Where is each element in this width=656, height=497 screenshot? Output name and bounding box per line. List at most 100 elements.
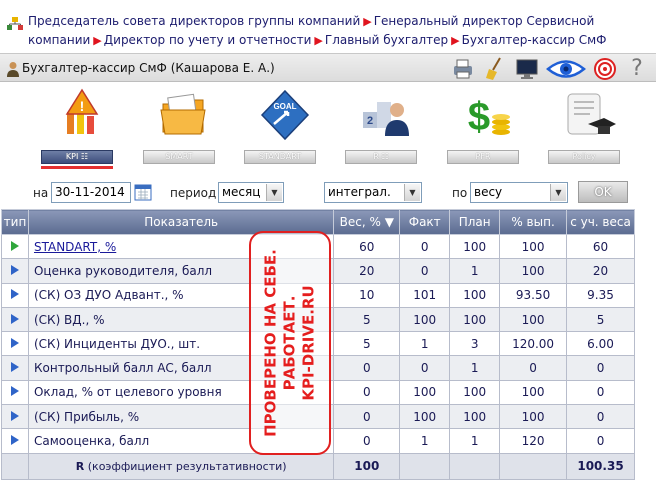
fact-cell: 101 (399, 282, 451, 308)
row-expand[interactable] (1, 233, 29, 260)
ok-button[interactable]: OK (578, 181, 628, 203)
eye-icon[interactable] (546, 57, 586, 81)
percent-cell: 100 (499, 404, 568, 430)
footer-empty (499, 452, 568, 480)
col-fact: Факт (399, 209, 451, 235)
footer-label-rest: (коэффициент результативности) (84, 459, 287, 473)
weight-cell: 5 (333, 306, 401, 333)
module-r[interactable]: 2 R ☷ (345, 86, 425, 174)
col-weighted: с уч. веса (566, 209, 635, 235)
svg-text:GOAL: GOAL (273, 102, 296, 111)
row-expand[interactable] (1, 355, 29, 381)
stamp-line: РАБОТАЕТ. (280, 295, 299, 391)
sort-select[interactable]: весу ▼ (470, 182, 568, 203)
fact-cell: 0 (399, 233, 451, 260)
plan-cell: 100 (449, 233, 501, 260)
module-pfr[interactable]: $ PFR (447, 86, 527, 174)
footer-empty (449, 452, 501, 480)
breadcrumb-arrow-icon: ▶ (93, 34, 102, 47)
breadcrumb-arrow-icon: ▶ (363, 15, 372, 28)
svg-text:2: 2 (367, 115, 373, 127)
col-type: тип (1, 209, 29, 235)
col-plan: План (449, 209, 501, 235)
footer-weighted-total: 100.35 (566, 452, 635, 480)
indicator-link[interactable]: STANDART, % (34, 240, 116, 254)
plan-cell: 100 (449, 306, 501, 333)
col-percent: % вып. (499, 209, 568, 235)
module-smart[interactable]: SMART (143, 86, 223, 174)
calendar-icon[interactable] (134, 183, 152, 201)
filter-bar: на 30-11-2014 период месяц ▼ интеграл. ▼ п… (0, 180, 656, 206)
chevron-down-icon: ▼ (404, 184, 420, 201)
monitor-icon[interactable] (514, 57, 540, 81)
percent-cell: 100 (499, 379, 568, 406)
verified-stamp: ПРОВЕРЕНО НА СЕБЕ. РАБОТАЕТ. KPI-DRIVE.R… (249, 231, 331, 455)
module-bar: ! KPI ☷ SMART GOAL STANDART 2 R ☷ $ PFR … (0, 86, 656, 174)
weighted-cell: 0 (566, 379, 635, 406)
chevron-down-icon: ▼ (266, 184, 282, 201)
kpi-page: Председатель совета директоров группы ко… (0, 0, 656, 497)
help-icon[interactable]: ? (624, 56, 650, 81)
percent-cell: 100 (499, 258, 568, 284)
period-label: период (170, 186, 217, 200)
printer-icon[interactable] (450, 57, 476, 81)
stamp-line: ПРОВЕРЕНО НА СЕБЕ. (261, 249, 280, 437)
broom-icon[interactable] (482, 56, 508, 81)
footer-empty (1, 452, 29, 480)
weighted-cell: 0 (566, 404, 635, 430)
percent-cell: 100 (499, 233, 568, 260)
period-select[interactable]: месяц ▼ (218, 182, 284, 203)
play-icon (10, 410, 19, 421)
module-standart[interactable]: GOAL STANDART (244, 86, 324, 174)
weight-cell: 0 (333, 355, 401, 381)
user-bar: Бухгалтер-кассир СмФ (Кашарова Е. А.) ? (0, 53, 656, 82)
fact-cell: 100 (399, 404, 451, 430)
row-expand[interactable] (1, 306, 29, 333)
mode-select[interactable]: интеграл. ▼ (324, 182, 422, 203)
fact-cell: 100 (399, 306, 451, 333)
play-icon (10, 435, 19, 446)
footer-label: R (коэффициент результативности) (27, 452, 335, 480)
module-kpi[interactable]: ! KPI ☷ (41, 86, 121, 174)
row-expand[interactable] (1, 282, 29, 308)
weighted-cell: 20 (566, 258, 635, 284)
money-icon: $ (468, 95, 510, 139)
plan-cell: 100 (449, 404, 501, 430)
fact-cell: 100 (399, 379, 451, 406)
play-icon (10, 337, 19, 348)
row-expand[interactable] (1, 428, 29, 454)
target-icon[interactable] (592, 57, 618, 81)
breadcrumb-item-current[interactable]: Бухгалтер-кассир СмФ (462, 33, 607, 47)
row-expand[interactable] (1, 404, 29, 430)
row-expand[interactable] (1, 379, 29, 406)
row-expand[interactable] (1, 258, 29, 284)
svg-text:$: $ (468, 95, 490, 139)
play-icon (10, 313, 19, 324)
breadcrumb-item[interactable]: Главный бухгалтер (325, 33, 448, 47)
user-icon (7, 62, 19, 77)
percent-cell: 120.00 (499, 331, 568, 357)
row-expand[interactable] (1, 331, 29, 357)
percent-cell: 93.50 (499, 282, 568, 308)
footer-empty (399, 452, 451, 480)
play-icon (10, 386, 19, 397)
footer-weight-total: 100 (333, 452, 401, 480)
weighted-cell: 0 (566, 428, 635, 454)
folder-icon (160, 93, 206, 135)
play-icon (10, 240, 19, 251)
date-input[interactable]: 30-11-2014 (51, 182, 131, 203)
sort-value: весу (474, 185, 503, 199)
plan-cell: 1 (449, 355, 501, 381)
module-policy[interactable]: Policy (548, 86, 628, 174)
breadcrumb-item[interactable]: Директор по учету и отчетности (104, 33, 312, 47)
col-weight[interactable]: Вес, % ▼ (333, 209, 401, 235)
org-structure-icon (7, 17, 23, 30)
breadcrumb-item[interactable]: Председатель совета директоров группы ко… (28, 14, 360, 28)
weighted-cell: 5 (566, 306, 635, 333)
diploma-icon (567, 93, 616, 135)
play-icon (10, 289, 19, 300)
user-title: Бухгалтер-кассир СмФ (Кашарова Е. А.) (22, 61, 275, 75)
weight-cell: 20 (333, 258, 401, 284)
chevron-down-icon: ▼ (550, 184, 566, 201)
weight-cell: 5 (333, 331, 401, 357)
